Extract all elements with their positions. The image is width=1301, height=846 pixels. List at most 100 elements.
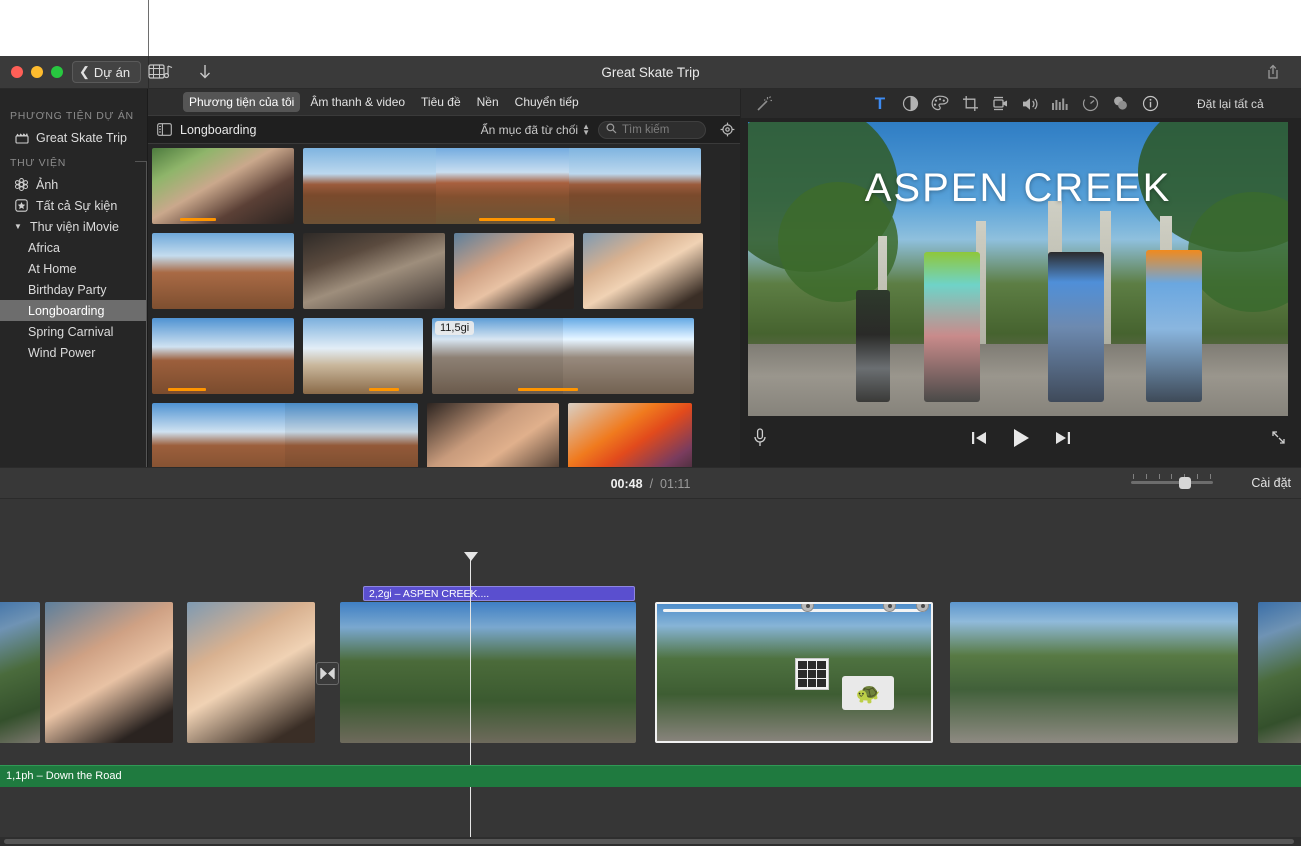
sidebar-item-spring-carnival[interactable]: Spring Carnival [0, 321, 147, 342]
sidebar-item-label: Birthday Party [28, 283, 107, 297]
share-icon[interactable] [1262, 62, 1284, 82]
turtle-slow-motion-badge[interactable]: 🐢 [842, 676, 894, 710]
timeline[interactable]: 2,2gi – ASPEN CREEK.... [0, 499, 1301, 846]
clip-driving-desert-road[interactable] [303, 233, 445, 309]
tab-audio-video[interactable]: Âm thanh & video [304, 92, 411, 112]
scrollbar-thumb[interactable] [4, 839, 1294, 844]
used-indicator [369, 388, 399, 391]
used-indicator [479, 218, 555, 221]
sidebar-item-label: Great Skate Trip [36, 131, 127, 145]
settings-button[interactable]: Cài đặt [1251, 476, 1291, 490]
sidebar-toggle-icon[interactable] [148, 123, 180, 136]
search-input[interactable]: Tìm kiếm [598, 121, 706, 139]
sidebar-item-birthday-party[interactable]: Birthday Party [0, 279, 147, 300]
volume-icon[interactable] [1015, 92, 1045, 116]
playhead[interactable] [470, 554, 471, 846]
back-to-projects-button[interactable]: ❮ Dự án [72, 61, 141, 83]
reject-filter-dropdown[interactable]: Ẩn mục đã từ chối ▲▼ [481, 123, 590, 137]
play-icon[interactable] [1010, 427, 1032, 454]
clip-rv-in-desert[interactable] [303, 318, 423, 394]
media-music-icon[interactable] [146, 62, 176, 82]
import-download-icon[interactable] [194, 62, 216, 82]
tab-my-media[interactable]: Phương tiện của tôi [183, 92, 300, 112]
clip-woman-sunglasses[interactable] [45, 602, 173, 743]
clip-group-at-monument-valley[interactable] [152, 233, 294, 309]
tab-backgrounds[interactable]: Nền [471, 92, 505, 112]
transition-icon[interactable] [316, 662, 339, 685]
stepper-icon[interactable]: ▲▼ [582, 124, 590, 136]
clip-driver-portrait-wide[interactable] [583, 233, 703, 309]
audio-track[interactable]: 1,1ph – Down the Road [0, 765, 1301, 787]
clip-selfie-in-car[interactable] [152, 148, 294, 224]
disclosure-triangle-icon[interactable]: ▼ [14, 222, 23, 231]
timecode-separator: / [650, 477, 653, 491]
window-titlebar: Great Skate Trip ❮ Dự án [0, 56, 1301, 89]
stabilization-icon[interactable] [985, 92, 1015, 116]
sidebar-header-project-media: PHƯƠNG TIỆN DỰ ÁN [0, 101, 147, 127]
reset-all-button[interactable]: Đặt lại tất cả [1197, 97, 1264, 111]
sidebar-item-imovie-library[interactable]: ▼ Thư viện iMovie [0, 216, 147, 237]
crop-icon[interactable] [955, 92, 985, 116]
sidebar-item-great-skate-trip[interactable]: Great Skate Trip [0, 127, 147, 148]
library-sidebar[interactable]: PHƯƠNG TIỆN DỰ ÁN Great Skate Trip THƯ V… [0, 89, 148, 499]
clip-partial-right[interactable] [1258, 602, 1301, 743]
road-surface [748, 344, 1288, 416]
timecode-display: 00:48 / 01:11 [0, 468, 1301, 500]
freeze-frame-badge[interactable] [795, 658, 829, 690]
timeline-zoom-slider[interactable] [1131, 474, 1213, 484]
zoom-button[interactable] [51, 66, 63, 78]
fullscreen-icon[interactable] [1270, 429, 1287, 451]
clip-corona-arch-group[interactable] [152, 318, 294, 394]
clip-aspen-creek-title[interactable] [340, 602, 636, 743]
tab-titles[interactable]: Tiêu đề [415, 92, 467, 112]
traffic-lights [11, 66, 63, 78]
search-icon [606, 121, 617, 139]
tab-transitions[interactable]: Chuyển tiếp [509, 92, 585, 112]
clip-row [152, 148, 740, 224]
close-button[interactable] [11, 66, 23, 78]
sidebar-item-longboarding[interactable]: Longboarding [0, 300, 147, 321]
sidebar-item-wind-power[interactable]: Wind Power [0, 342, 147, 363]
filter-icon[interactable] [1105, 92, 1135, 116]
viewer-canvas[interactable]: ASPEN CREEK [748, 122, 1288, 416]
clip-partial-left[interactable] [0, 602, 40, 743]
magic-wand-icon[interactable] [749, 92, 779, 116]
sidebar-item-photos[interactable]: Ảnh [0, 174, 147, 195]
duration-badge: 11,5gi [435, 321, 474, 335]
clip-grid: 11,5gi [148, 144, 740, 499]
clip-monument-valley-pan[interactable] [303, 148, 701, 224]
zoom-track[interactable] [1131, 481, 1213, 484]
sidebar-item-label: At Home [28, 262, 77, 276]
back-button-label: Dự án [94, 65, 130, 80]
timeline-scrollbar[interactable] [0, 837, 1301, 846]
sidebar-item-all-events[interactable]: Tất cả Sự kiện [0, 195, 147, 216]
used-indicator [518, 388, 578, 391]
sidebar-item-at-home[interactable]: At Home [0, 258, 147, 279]
minimize-button[interactable] [31, 66, 43, 78]
sidebar-bracket-right [146, 161, 147, 481]
speed-icon[interactable] [1075, 92, 1105, 116]
chevron-left-icon: ❮ [79, 64, 90, 80]
sidebar-item-label: Tất cả Sự kiện [36, 199, 117, 213]
clip-downhill-road[interactable] [950, 602, 1238, 743]
zoom-knob[interactable] [1179, 477, 1191, 489]
sidebar-item-africa[interactable]: Africa [0, 237, 147, 258]
imovie-window: Great Skate Trip ❮ Dự án [0, 56, 1301, 846]
clip-man-selfie[interactable] [187, 602, 315, 743]
adjustments-toolbar: T [741, 89, 1301, 118]
clip-driver-portrait[interactable] [454, 233, 574, 309]
skip-forward-icon[interactable] [1054, 430, 1072, 451]
color-balance-icon[interactable] [895, 92, 925, 116]
equalizer-icon[interactable] [1045, 92, 1075, 116]
clip-skater-slowmo[interactable]: 🐢 [655, 602, 933, 743]
color-correction-icon[interactable] [925, 92, 955, 116]
reject-filter-label: Ẩn mục đã từ chối [481, 123, 578, 137]
playhead-tip [464, 552, 478, 561]
info-icon[interactable] [1135, 92, 1165, 116]
text-title-icon[interactable]: T [865, 92, 895, 116]
gear-icon[interactable] [714, 122, 740, 137]
viewer-playback-controls [741, 419, 1301, 461]
clip-friends-on-rocks[interactable]: 11,5gi [432, 318, 694, 394]
viewer-title-overlay: ASPEN CREEK [748, 166, 1288, 211]
skip-back-icon[interactable] [970, 430, 988, 451]
